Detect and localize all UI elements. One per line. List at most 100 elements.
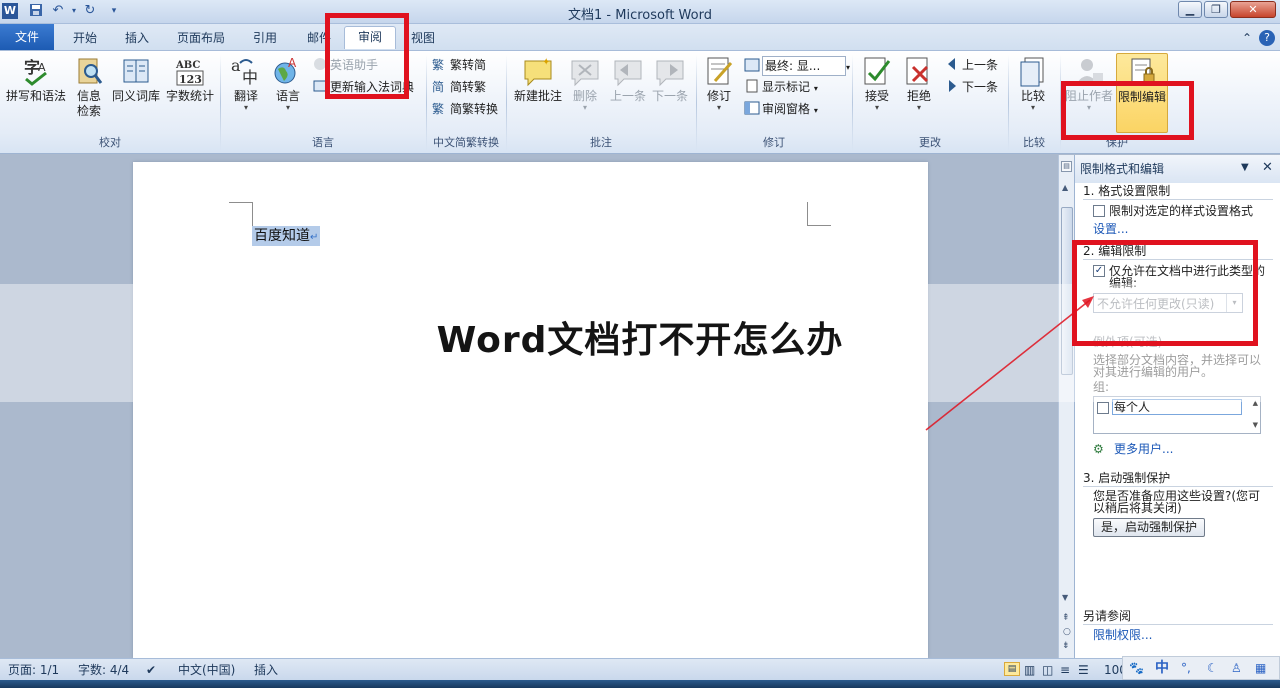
ime-grid-icon[interactable]: ▦ [1255, 660, 1266, 676]
ime-paw-icon[interactable]: 🐾 [1129, 660, 1144, 676]
restrict-permission-link[interactable]: 限制权限... [1093, 628, 1152, 642]
list-scroll-down-icon[interactable]: ▼ [1253, 421, 1258, 429]
research-button[interactable]: 信息 检索 [72, 53, 106, 119]
ruler-toggle-icon[interactable]: ▤ [1061, 161, 1072, 172]
close-button[interactable]: ✕ [1230, 1, 1276, 18]
divider [1083, 486, 1273, 487]
more-users-link[interactable]: 更多用户... [1114, 442, 1173, 456]
more-users-icon: ⚙ [1093, 442, 1104, 456]
chinese-conversion-button[interactable]: 繁简繁转换 [432, 100, 498, 118]
language-button[interactable]: A 语言 ▾ [268, 53, 308, 112]
browse-object-icon[interactable]: ○ [1063, 627, 1071, 637]
svg-text:123: 123 [179, 73, 202, 86]
compare-icon [1020, 57, 1044, 87]
translate-dropdown-icon: ▾ [243, 103, 248, 112]
reviewing-pane-button[interactable]: 审阅窗格 ▾ [744, 100, 818, 118]
spelling-grammar-button[interactable]: 字A 拼写和语法 [4, 53, 68, 104]
display-for-review-control[interactable]: 最终: 显... ▾ [744, 56, 850, 76]
divider [1083, 624, 1273, 625]
print-layout-icon[interactable]: ▤ [1004, 662, 1020, 676]
show-markup-dropdown-icon: ▾ [813, 84, 818, 93]
tab-insert[interactable]: 插入 [120, 28, 154, 50]
tab-page-layout[interactable]: 页面布局 [172, 28, 230, 50]
draft-icon[interactable]: ☰ [1078, 662, 1089, 678]
simp-to-trad-button[interactable]: 简简转繁 [432, 78, 486, 96]
document-text[interactable]: 百度知道↵ [252, 226, 321, 246]
svg-text:简: 简 [432, 80, 444, 94]
format-restriction-checkbox[interactable] [1093, 205, 1105, 217]
highlight-review-tab [325, 13, 409, 99]
ime-mode[interactable]: 中 [1155, 660, 1169, 676]
track-changes-button[interactable]: 修订 ▾ [700, 53, 738, 112]
svg-text:a: a [231, 56, 241, 75]
crop-mark [807, 202, 808, 226]
minimize-ribbon-icon[interactable]: ⌃ [1240, 28, 1254, 50]
help-icon[interactable]: ? [1259, 30, 1275, 46]
delete-comment-button[interactable]: 删除 ▾ [566, 53, 604, 112]
previous-page-icon[interactable]: ⇞ [1062, 613, 1070, 623]
full-screen-reading-icon[interactable]: ▥ [1024, 662, 1035, 678]
display-review-dropdown-icon[interactable]: ▾ [846, 63, 850, 72]
translate-button[interactable]: a中 翻译 ▾ [226, 53, 266, 112]
pane-close-icon[interactable]: ✕ [1262, 161, 1273, 175]
minimize-button[interactable]: ▁ [1178, 1, 1202, 18]
outline-icon[interactable]: ≡ [1060, 662, 1070, 678]
tracking-group-label: 修订 [763, 136, 785, 149]
word-count[interactable]: 字数: 4/4 [78, 662, 129, 678]
new-comment-label: 新建批注 [513, 89, 562, 103]
start-enforcing-button[interactable]: 是，启动强制保护 [1093, 518, 1205, 537]
tab-home[interactable]: 开始 [70, 28, 100, 50]
page-count[interactable]: 页面: 1/1 [8, 662, 59, 678]
language-label: 语言 [275, 89, 300, 103]
chinese-group-label: 中文简繁转换 [433, 136, 499, 149]
trad-to-simp-button[interactable]: 繁繁转简 [432, 56, 486, 74]
compare-label: 比较 [1020, 89, 1045, 103]
tab-file[interactable]: 文件 [0, 24, 54, 50]
windows-taskbar [0, 680, 1280, 688]
delete-comment-label: 删除 [572, 89, 597, 103]
proofing-status-icon[interactable]: ✔ [146, 662, 156, 678]
tab-references[interactable]: 引用 [248, 28, 282, 50]
previous-change-button[interactable]: 上一条 [944, 56, 998, 74]
previous-comment-button[interactable]: 上一条 [606, 53, 650, 104]
compare-dropdown-icon: ▾ [1030, 103, 1035, 112]
format-settings-link[interactable]: 设置... [1093, 222, 1128, 236]
research-label-2: 检索 [76, 104, 101, 118]
chinese-conversion-label: 简繁转换 [450, 102, 499, 116]
pane-options-icon[interactable]: ▼ [1241, 161, 1249, 175]
ime-moon-icon[interactable]: ☾ [1207, 660, 1218, 676]
tab-view[interactable]: 视图 [408, 28, 438, 50]
display-review-dropdown[interactable]: 最终: 显... [762, 56, 846, 76]
show-markup-button[interactable]: 显示标记 ▾ [744, 78, 818, 96]
scroll-down-icon[interactable]: ▼ [1062, 593, 1068, 602]
trad-to-simp-label: 繁转简 [450, 58, 487, 72]
accept-label: 接受 [864, 89, 889, 103]
web-layout-icon[interactable]: ◫ [1042, 662, 1053, 678]
track-dropdown-icon: ▾ [716, 103, 721, 112]
next-comment-button[interactable]: 下一条 [650, 53, 690, 104]
word-count-button[interactable]: ABC 123 字数统计 [164, 53, 216, 104]
window-title: 文档1 - Microsoft Word [568, 8, 712, 23]
next-page-icon[interactable]: ⇟ [1062, 641, 1070, 651]
ime-user-icon[interactable]: ♙ [1231, 660, 1242, 676]
accept-button[interactable]: 接受 ▾ [858, 53, 896, 112]
restore-button[interactable]: ❐ [1204, 1, 1228, 18]
scroll-up-icon[interactable]: ▲ [1062, 183, 1068, 192]
trad-to-simp-icon: 繁 [432, 56, 448, 72]
ime-punctuation[interactable]: °, [1181, 660, 1191, 676]
spelling-icon: 字A [24, 58, 47, 86]
thesaurus-icon [123, 59, 149, 83]
ime-toolbar: 🐾 中 °, ☾ ♙ ▦ [1122, 656, 1280, 680]
thesaurus-button[interactable]: 同义词库 [110, 53, 162, 104]
reject-button[interactable]: 拒绝 ▾ [900, 53, 938, 112]
vertical-scrollbar[interactable]: ▤ ▲ ▼ ⇞ ○ ⇟ [1058, 155, 1074, 658]
delete-dropdown-icon: ▾ [582, 103, 587, 112]
research-icon [78, 58, 103, 84]
insert-mode[interactable]: 插入 [254, 662, 278, 678]
compare-button[interactable]: 比较 ▾ [1014, 53, 1052, 112]
new-comment-button[interactable]: ✦ 新建批注 [510, 53, 566, 104]
everyone-checkbox[interactable] [1097, 402, 1109, 414]
next-change-button[interactable]: 下一条 [944, 78, 998, 96]
document-page[interactable]: 百度知道↵ [133, 162, 928, 658]
language-indicator[interactable]: 中文(中国) [178, 662, 235, 678]
